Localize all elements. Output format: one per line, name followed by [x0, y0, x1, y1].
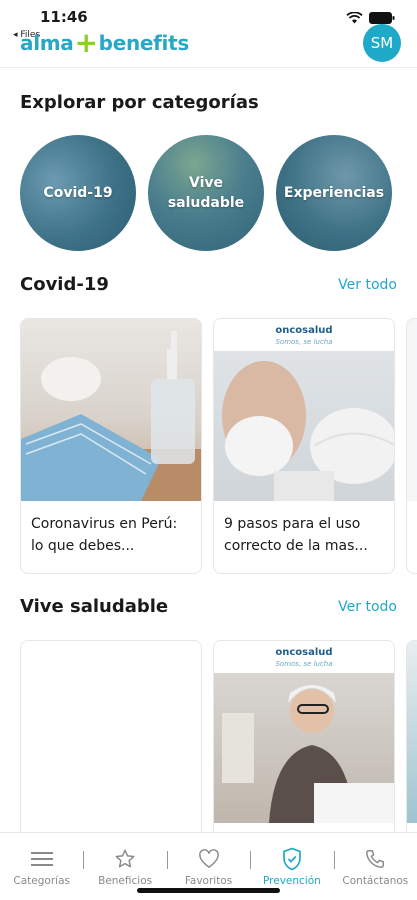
category-vive-saludable[interactable]: Vive saludable — [148, 135, 264, 251]
nav-label: Prevención — [263, 875, 321, 887]
article-image — [407, 641, 417, 823]
article-title: Coronavirus en Perú: lo que debes... — [31, 516, 178, 554]
menu-icon — [30, 847, 53, 871]
nav-label: Beneficios — [98, 875, 153, 887]
covid-section-title: Covid-19 — [20, 274, 109, 295]
category-label: Covid-19 — [43, 185, 113, 201]
category-label: Vive saludable — [167, 175, 245, 211]
phone-icon — [364, 847, 386, 871]
covid-card-list: Coronavirus en Perú: lo que debes... onc… — [20, 318, 417, 574]
oncosalud-tagline: Somos, se lucha — [275, 660, 333, 668]
logo-right: benefits — [98, 31, 190, 55]
article-card-partial[interactable] — [406, 318, 417, 574]
covid-see-all-link[interactable]: Ver todo — [338, 277, 397, 293]
oncosalud-tagline: Somos, se lucha — [275, 338, 333, 346]
nav-categorias[interactable]: Categorías — [0, 833, 83, 900]
bottom-navigation: Categorías Beneficios Favoritos Prevenci… — [0, 832, 417, 900]
status-time: 11:46 — [40, 8, 88, 26]
oncosalud-logo: oncosalud — [275, 647, 333, 658]
nav-label: Contáctanos — [342, 875, 409, 887]
article-image — [21, 319, 201, 501]
nav-label: Favoritos — [184, 875, 233, 887]
explore-title: Explorar por categorías — [20, 92, 259, 113]
app-logo: alma + benefits — [20, 26, 190, 59]
healthy-see-all-link[interactable]: Ver todo — [338, 599, 397, 615]
article-image: oncosalud Somos, se lucha — [214, 319, 394, 501]
status-bar: 11:46 — [0, 0, 417, 30]
healthy-section-title: Vive saludable — [20, 596, 169, 617]
category-label: Experiencias — [283, 185, 385, 201]
article-image — [407, 319, 417, 501]
oncosalud-logo: oncosalud — [275, 325, 333, 336]
user-avatar[interactable]: SM — [363, 24, 401, 62]
star-icon — [114, 847, 136, 871]
heart-icon — [198, 847, 220, 871]
app-header: alma + benefits SM — [0, 24, 417, 68]
battery-icon — [369, 12, 395, 24]
article-image: oncosalud Somos, se lucha — [214, 641, 394, 823]
logo-plus-icon: + — [74, 26, 98, 59]
article-card[interactable]: oncosalud Somos, se lucha 9 pasos para e… — [213, 318, 395, 574]
article-title: 9 pasos para el uso correcto de la mas..… — [224, 516, 368, 554]
home-indicator — [137, 888, 280, 893]
article-card[interactable]: Coronavirus en Perú: lo que debes... — [20, 318, 202, 574]
nav-label: Categorías — [13, 875, 70, 887]
category-experiencias[interactable]: Experiencias — [276, 135, 392, 251]
category-covid[interactable]: Covid-19 — [20, 135, 136, 251]
shield-icon — [282, 847, 302, 871]
logo-left: alma — [20, 31, 74, 55]
article-image — [21, 641, 201, 823]
status-icons — [346, 12, 395, 24]
category-list: Covid-19 Vive saludable Experiencias — [20, 135, 392, 251]
nav-contactanos[interactable]: Contáctanos — [333, 833, 417, 900]
wifi-icon — [346, 12, 363, 24]
